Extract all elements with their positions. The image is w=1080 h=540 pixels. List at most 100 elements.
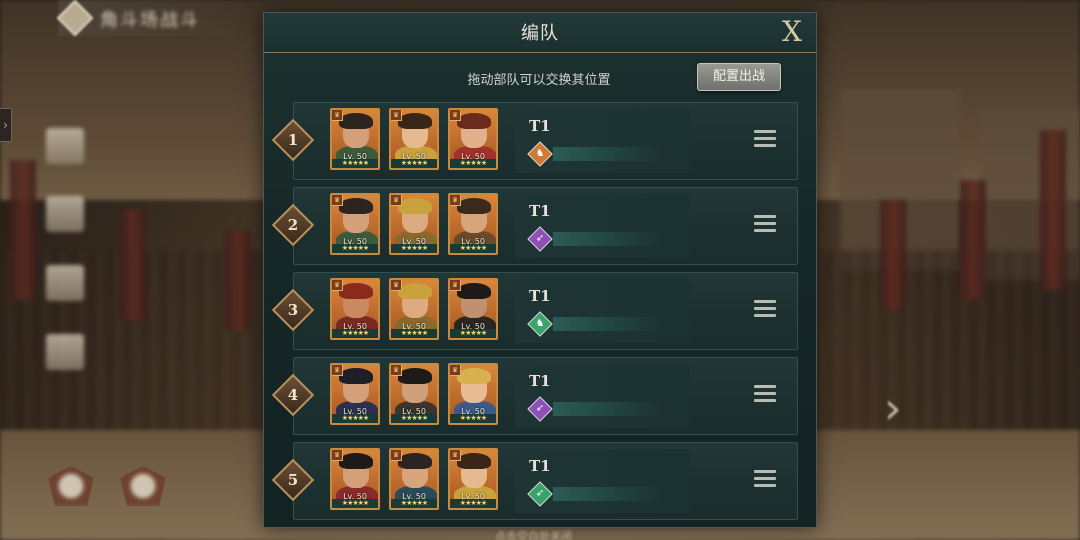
troop-power-bar <box>553 402 663 416</box>
crown-icon: ♛ <box>450 110 461 121</box>
troop-tier: T1 <box>529 202 551 220</box>
troop-power-bar <box>553 317 663 331</box>
hero-portrait[interactable]: ♛ Lv. 50 ★★★★★ <box>448 363 498 425</box>
crown-icon: ♛ <box>450 450 461 461</box>
hero-stars: ★★★★★ <box>450 329 496 338</box>
hero-portrait[interactable]: ♛ Lv. 50 ★★★★★ <box>330 108 380 170</box>
squad-number: 2 <box>287 216 299 234</box>
close-button[interactable]: X <box>778 17 806 47</box>
troop-tier: T1 <box>529 287 551 305</box>
crown-icon: ♛ <box>391 280 402 291</box>
crown-icon: ♛ <box>450 280 461 291</box>
squad-number-badge: 2 <box>271 203 315 247</box>
side-menu-item[interactable] <box>46 334 84 370</box>
squad-info: T1 ♞ <box>515 279 689 343</box>
chevron-right-icon[interactable]: › <box>884 386 920 432</box>
squad-row[interactable]: 3 ♛ Lv. 50 ★★★★★ ♛ Lv. 50 ★★★★★ ♛ Lv. 50… <box>271 272 798 350</box>
squad-row[interactable]: 5 ♛ Lv. 50 ★★★★★ ♛ Lv. 50 ★★★★★ ♛ Lv. 50… <box>271 442 798 520</box>
troop-power-bar <box>553 147 663 161</box>
squad-number-badge: 5 <box>271 458 315 502</box>
hero-stars: ★★★★★ <box>391 499 437 508</box>
hero-stars: ★★★★★ <box>450 159 496 168</box>
cavalry-troop-icon: ♞ <box>527 141 553 167</box>
hero-stars: ★★★★★ <box>332 414 378 423</box>
hero-stars: ★★★★★ <box>450 244 496 253</box>
troop-tier: T1 <box>529 457 551 475</box>
cavalry-troop-icon: ♞ <box>527 311 553 337</box>
title-emblem-icon <box>56 0 94 37</box>
formation-panel: 编队 X 拖动部队可以交换其位置 配置出战 1 ♛ Lv. 50 ★★★★★ ♛… <box>263 12 817 528</box>
hero-portrait[interactable]: ♛ Lv. 50 ★★★★★ <box>389 363 439 425</box>
hero-portrait[interactable]: ♛ Lv. 50 ★★★★★ <box>448 193 498 255</box>
squad-number: 4 <box>287 386 299 404</box>
drag-handle-icon[interactable] <box>754 130 776 148</box>
deploy-config-button[interactable]: 配置出战 <box>697 63 781 91</box>
hero-portrait[interactable]: ♛ Lv. 50 ★★★★★ <box>448 108 498 170</box>
archer-troop-icon: ➶ <box>527 481 553 507</box>
squad-number: 1 <box>287 131 299 149</box>
hero-portrait[interactable]: ♛ Lv. 50 ★★★★★ <box>389 193 439 255</box>
squad-info: T1 ➶ <box>515 364 689 428</box>
troop-power-bar <box>553 232 663 246</box>
hero-stars: ★★★★★ <box>332 244 378 253</box>
squad-number: 5 <box>287 471 299 489</box>
hero-stars: ★★★★★ <box>391 414 437 423</box>
troop-tier: T1 <box>529 117 551 135</box>
panel-header: 编队 X <box>264 13 816 53</box>
squad-row[interactable]: 2 ♛ Lv. 50 ★★★★★ ♛ Lv. 50 ★★★★★ ♛ Lv. 50… <box>271 187 798 265</box>
troop-power-bar <box>553 487 663 501</box>
hero-stars: ★★★★★ <box>332 159 378 168</box>
squad-number-badge: 3 <box>271 288 315 332</box>
hero-portrait[interactable]: ♛ Lv. 50 ★★★★★ <box>330 448 380 510</box>
squad-row[interactable]: 1 ♛ Lv. 50 ★★★★★ ♛ Lv. 50 ★★★★★ ♛ Lv. 50… <box>271 102 798 180</box>
close-hint-text: 点击空白处关闭 <box>495 530 572 540</box>
hero-portrait[interactable]: ♛ Lv. 50 ★★★★★ <box>389 108 439 170</box>
hero-portrait[interactable]: ♛ Lv. 50 ★★★★★ <box>330 193 380 255</box>
crown-icon: ♛ <box>332 365 343 376</box>
drag-handle-icon[interactable] <box>754 300 776 318</box>
squad-number-badge: 1 <box>271 118 315 162</box>
squad-info: T1 ♞ <box>515 109 689 173</box>
squad-row[interactable]: 4 ♛ Lv. 50 ★★★★★ ♛ Lv. 50 ★★★★★ ♛ Lv. 50… <box>271 357 798 435</box>
drag-hint-text: 拖动部队可以交换其位置 <box>467 73 611 88</box>
squad-info: T1 ➶ <box>515 449 689 513</box>
archer-troop-icon: ➶ <box>527 396 553 422</box>
squad-number-badge: 4 <box>271 373 315 417</box>
drag-handle-icon[interactable] <box>754 470 776 488</box>
chevron-right-icon: › <box>3 118 8 132</box>
crown-icon: ♛ <box>391 110 402 121</box>
squad-info: T1 ➶ <box>515 194 689 258</box>
crown-icon: ♛ <box>391 195 402 206</box>
crown-icon: ♛ <box>332 195 343 206</box>
crown-icon: ♛ <box>332 450 343 461</box>
side-menu-item[interactable] <box>46 196 84 232</box>
hero-portrait[interactable]: ♛ Lv. 50 ★★★★★ <box>448 278 498 340</box>
hero-portrait[interactable]: ♛ Lv. 50 ★★★★★ <box>330 363 380 425</box>
hero-stars: ★★★★★ <box>391 159 437 168</box>
hero-portrait[interactable]: ♛ Lv. 50 ★★★★★ <box>389 278 439 340</box>
hero-stars: ★★★★★ <box>332 329 378 338</box>
hero-portrait[interactable]: ♛ Lv. 50 ★★★★★ <box>389 448 439 510</box>
drag-handle-icon[interactable] <box>754 215 776 233</box>
hero-stars: ★★★★★ <box>391 329 437 338</box>
panel-title: 编队 <box>521 23 559 44</box>
hero-portrait[interactable]: ♛ Lv. 50 ★★★★★ <box>330 278 380 340</box>
hero-stars: ★★★★★ <box>450 414 496 423</box>
side-menu-toggle[interactable]: › <box>0 108 12 142</box>
hero-stars: ★★★★★ <box>391 244 437 253</box>
background-title: 角斗场战斗 <box>100 10 200 31</box>
hero-portrait[interactable]: ♛ Lv. 50 ★★★★★ <box>448 448 498 510</box>
drag-handle-icon[interactable] <box>754 385 776 403</box>
crown-icon: ♛ <box>391 450 402 461</box>
crown-icon: ♛ <box>450 195 461 206</box>
crown-icon: ♛ <box>391 365 402 376</box>
hero-stars: ★★★★★ <box>332 499 378 508</box>
side-menu-item[interactable] <box>46 265 84 301</box>
crown-icon: ♛ <box>332 280 343 291</box>
background-title-ribbon: 角斗场战斗 <box>56 0 258 37</box>
side-menu-item[interactable] <box>46 128 84 164</box>
hero-stars: ★★★★★ <box>450 499 496 508</box>
crown-icon: ♛ <box>332 110 343 121</box>
troop-tier: T1 <box>529 372 551 390</box>
crown-icon: ♛ <box>450 365 461 376</box>
